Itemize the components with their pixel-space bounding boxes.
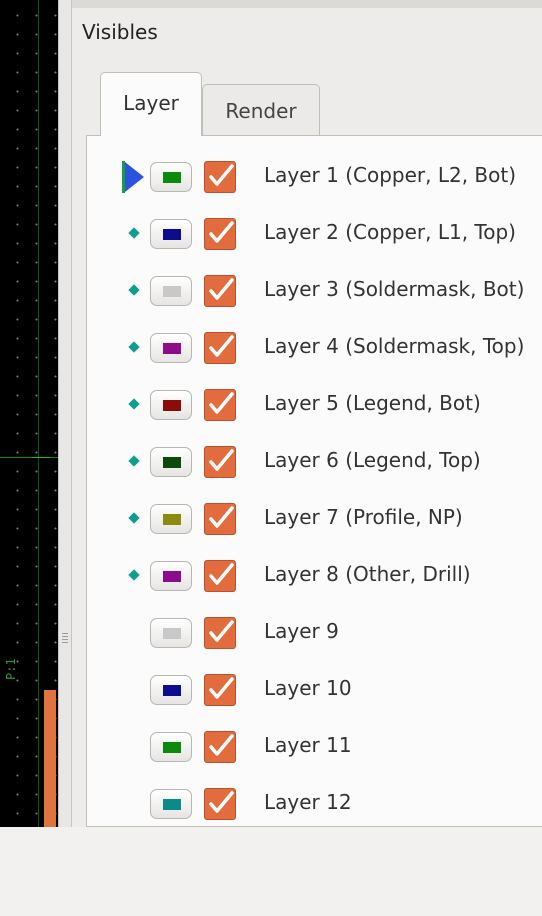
layer-visible-checkbox[interactable] (204, 275, 236, 307)
layer-color-button[interactable] (150, 675, 192, 705)
layer-label: Layer 6 (Legend, Top) (264, 448, 481, 472)
layer-color-swatch (163, 742, 181, 753)
layer-color-button[interactable] (150, 162, 192, 192)
layer-used-diamond-icon[interactable] (122, 385, 148, 425)
diamond-icon (128, 284, 140, 296)
layer-color-swatch (163, 457, 181, 468)
layer-label: Layer 10 (264, 676, 352, 700)
layer-color-button[interactable] (150, 561, 192, 591)
diamond-icon (128, 455, 140, 467)
layer-visible-checkbox[interactable] (204, 446, 236, 478)
layer-marker-empty[interactable] (122, 670, 148, 710)
tab-render[interactable]: Render (202, 84, 320, 136)
layer-label: Layer 8 (Other, Drill) (264, 562, 471, 586)
active-layer-arrow-icon[interactable] (122, 157, 148, 197)
layer-label: Layer 3 (Soldermask, Bot) (264, 277, 525, 301)
pin-label: P:1 (4, 658, 18, 680)
layer-color-swatch (163, 229, 181, 240)
layer-label: Layer 7 (Profile, NP) (264, 505, 463, 529)
checkmark-icon (209, 620, 234, 642)
layer-color-swatch (163, 343, 181, 354)
layer-label: Layer 9 (264, 619, 339, 643)
checkmark-icon (209, 335, 234, 357)
checkmark-icon (209, 392, 234, 414)
diamond-icon (128, 398, 140, 410)
layer-color-button[interactable] (150, 732, 192, 762)
canvas-trace-vertical (38, 0, 39, 827)
layer-label: Layer 5 (Legend, Bot) (264, 391, 481, 415)
layer-visible-checkbox[interactable] (204, 560, 236, 592)
visibles-panel: Visibles Render Layer 1 (Copper, L2, Bot… (72, 0, 542, 827)
layer-visible-checkbox[interactable] (204, 788, 236, 820)
layer-visible-checkbox[interactable] (204, 674, 236, 706)
diamond-icon (128, 569, 140, 581)
layer-visible-checkbox[interactable] (204, 332, 236, 364)
layer-color-button[interactable] (150, 789, 192, 819)
layer-marker-empty[interactable] (122, 784, 148, 824)
canvas-cursor-line (32, 457, 50, 458)
layer-used-diamond-icon[interactable] (122, 271, 148, 311)
layer-color-button[interactable] (150, 447, 192, 477)
layer-tab-page: Layer 1 (Copper, L2, Bot) Layer 2 (Copper… (86, 135, 542, 827)
layer-visible-checkbox[interactable] (204, 731, 236, 763)
layer-used-diamond-icon[interactable] (122, 556, 148, 596)
checkmark-icon (209, 677, 234, 699)
layer-color-swatch (163, 571, 181, 582)
layer-color-swatch (163, 286, 181, 297)
layer-color-button[interactable] (150, 276, 192, 306)
checkmark-icon (209, 164, 234, 186)
layer-label: Layer 2 (Copper, L1, Top) (264, 220, 516, 244)
layer-color-swatch (163, 799, 181, 810)
layer-visible-checkbox[interactable] (204, 161, 236, 193)
layer-color-swatch (163, 514, 181, 525)
splitter-grip-icon[interactable] (62, 633, 68, 645)
layer-used-diamond-icon[interactable] (122, 442, 148, 482)
layer-color-button[interactable] (150, 219, 192, 249)
layer-color-button[interactable] (150, 618, 192, 648)
checkmark-icon (209, 221, 234, 243)
checkmark-icon (209, 791, 234, 813)
layer-color-swatch (163, 400, 181, 411)
layer-color-button[interactable] (150, 390, 192, 420)
layer-color-button[interactable] (150, 333, 192, 363)
checkmark-icon (209, 734, 234, 756)
layer-used-diamond-icon[interactable] (122, 214, 148, 254)
layer-used-diamond-icon[interactable] (122, 499, 148, 539)
panel-title: Visibles (82, 20, 158, 44)
checkmark-icon (209, 449, 234, 471)
layer-marker-empty[interactable] (122, 727, 148, 767)
layer-used-diamond-icon[interactable] (122, 328, 148, 368)
layer-visible-checkbox[interactable] (204, 389, 236, 421)
layer-color-button[interactable] (150, 504, 192, 534)
layer-visible-checkbox[interactable] (204, 617, 236, 649)
play-arrow-icon (125, 162, 144, 192)
layer-color-swatch (163, 628, 181, 639)
layer-label: Layer 1 (Copper, L2, Bot) (264, 163, 517, 187)
pcb-canvas[interactable]: P:1 (0, 0, 58, 827)
layer-label: Layer 11 (264, 733, 352, 757)
layer-color-swatch (163, 685, 181, 696)
diamond-icon (128, 512, 140, 524)
canvas-pad (44, 690, 56, 827)
layer-color-swatch (163, 172, 181, 183)
layer-label: Layer 12 (264, 790, 352, 814)
diamond-icon (128, 227, 140, 239)
panel-top-edge (72, 0, 542, 8)
diamond-icon (128, 341, 140, 353)
checkmark-icon (209, 563, 234, 585)
layer-label: Layer 4 (Soldermask, Top) (264, 334, 525, 358)
checkmark-icon (209, 278, 234, 300)
layer-visible-checkbox[interactable] (204, 503, 236, 535)
layer-visible-checkbox[interactable] (204, 218, 236, 250)
tab-layer[interactable]: Layer (100, 72, 202, 136)
layer-marker-empty[interactable] (122, 613, 148, 653)
panel-splitter[interactable] (58, 0, 72, 827)
checkmark-icon (209, 506, 234, 528)
